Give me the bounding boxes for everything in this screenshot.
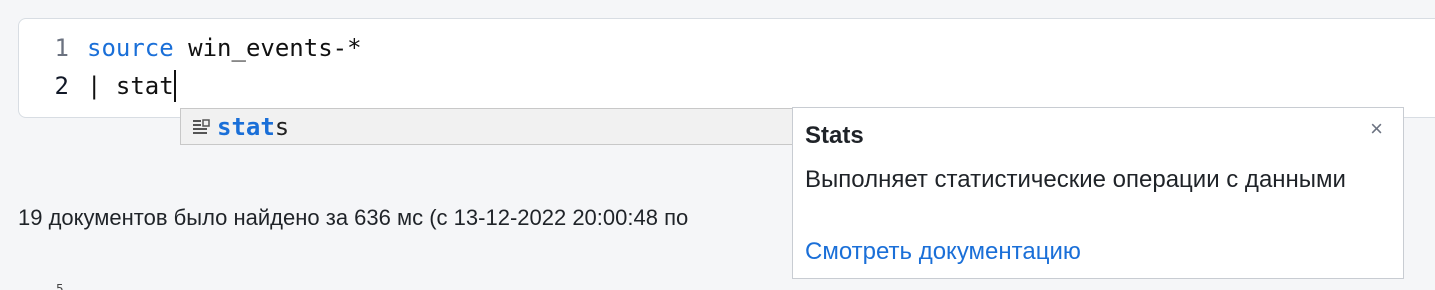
line-number: 2: [54, 72, 69, 100]
documentation-popover: Stats × Выполняет статистические операци…: [792, 107, 1404, 279]
doc-title: Stats: [805, 122, 864, 149]
close-icon[interactable]: ×: [1370, 118, 1383, 140]
editor-line-2[interactable]: 2 | stat: [19, 67, 176, 105]
autocomplete-suggestion[interactable]: stat s: [180, 108, 794, 145]
editor-line-1[interactable]: 1 source win_events-*: [19, 29, 362, 67]
snippet-list-icon: [193, 118, 210, 134]
text-cursor: [173, 70, 176, 102]
suggestion-rest-text: s: [274, 112, 290, 141]
view-documentation-link[interactable]: Смотреть документацию: [805, 238, 1081, 266]
suggestion-match-text: stat: [217, 112, 275, 141]
chart-axis-fragment: 5: [56, 282, 64, 290]
query-keyword: source: [87, 34, 174, 62]
query-editor[interactable]: 1 source win_events-* 2 | stat: [18, 18, 1435, 118]
search-page: 1 source win_events-* 2 | stat stat s St…: [0, 0, 1435, 290]
query-text: win_events-*: [173, 34, 362, 62]
query-text: | stat: [87, 72, 174, 100]
line-number: 1: [54, 34, 69, 62]
doc-description: Выполняет статистические операции с данн…: [805, 166, 1346, 193]
result-status: 19 документов было найдено за 636 мс (с …: [18, 205, 689, 230]
